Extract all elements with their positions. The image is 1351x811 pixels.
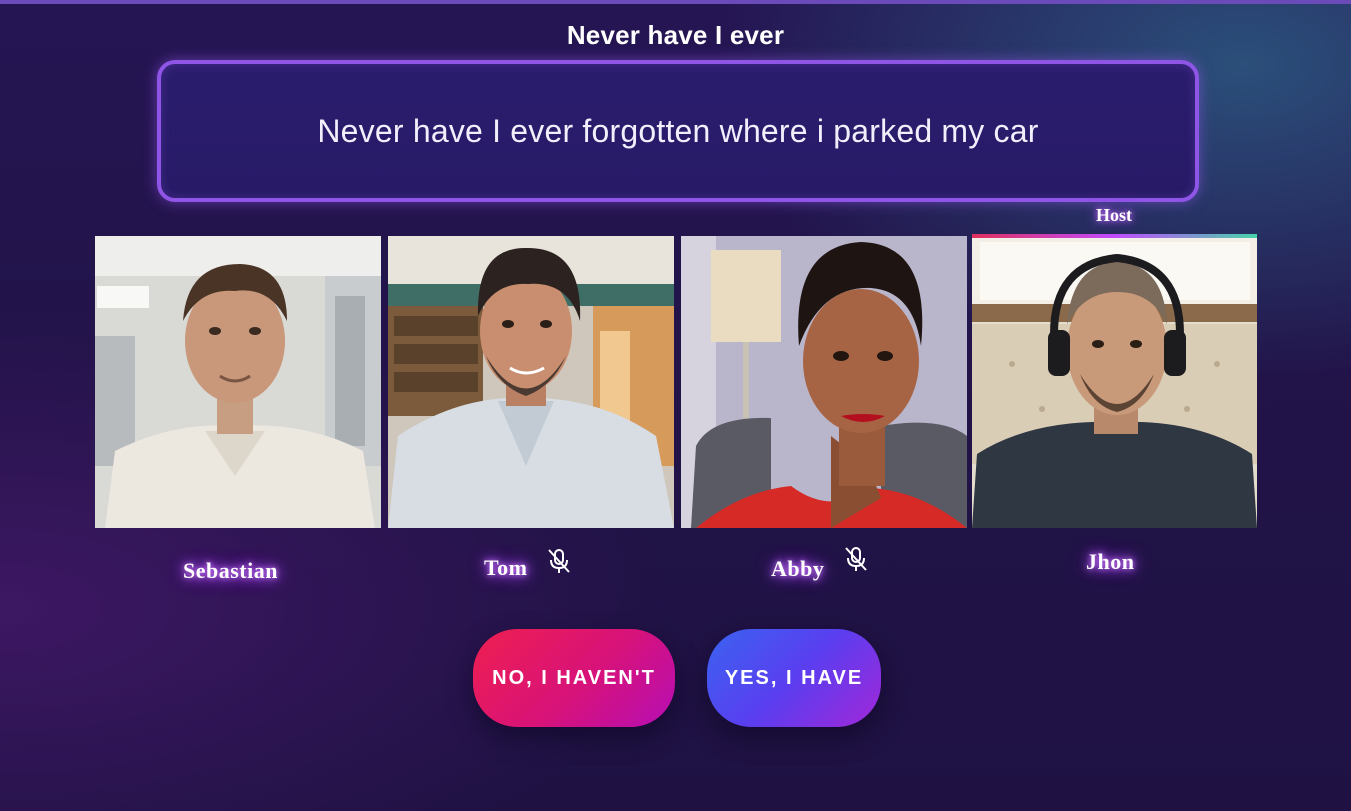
video-feed-jhon [972,234,1257,528]
video-tile-sebastian[interactable] [95,236,381,528]
host-label: Host [1096,205,1132,225]
game-title: Never have I ever [566,20,785,50]
question-text: Never have I ever forgotten where i park… [317,112,1039,149]
top-divider [0,0,1351,4]
video-feed-abby [681,236,967,528]
participant-name-tom: Tom [484,555,528,580]
host-indicator-bar [972,234,1257,238]
video-tile-jhon[interactable] [972,234,1257,528]
mic-off-icon [845,547,867,571]
mic-off-icon [548,549,570,573]
participant-name-abby: Abby [771,556,825,581]
participant-name-jhon: Jhon [1086,549,1135,574]
video-tile-abby[interactable] [681,236,967,528]
video-feed-tom [388,236,674,528]
yes-i-have-button[interactable]: YES, I HAVE [707,629,881,727]
no-i-havent-button[interactable]: NO, I HAVEN'T [473,629,675,727]
question-card: Never have I ever forgotten where i park… [157,60,1199,202]
participant-name-sebastian: Sebastian [183,558,278,583]
video-tile-tom[interactable] [388,236,674,528]
video-feed-sebastian [95,236,381,528]
